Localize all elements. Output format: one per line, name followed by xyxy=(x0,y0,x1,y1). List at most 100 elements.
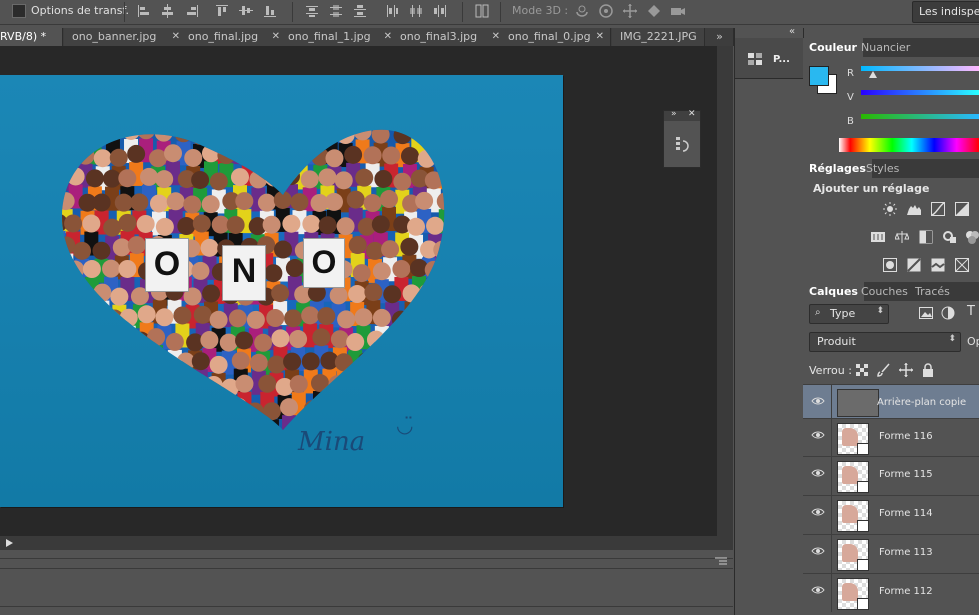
color-balance-icon[interactable] xyxy=(895,230,909,244)
collapse-dock-button[interactable]: « xyxy=(789,26,795,37)
eye-icon[interactable] xyxy=(811,584,825,596)
tab-couleur[interactable]: Couleur xyxy=(803,38,863,57)
lock-all-icon[interactable] xyxy=(921,363,935,377)
image-canvas[interactable]: O N O Mina ◡̈ xyxy=(0,75,563,507)
blue-slider[interactable] xyxy=(861,114,979,119)
layer-row[interactable]: Forme 112 xyxy=(803,573,979,613)
layer-row[interactable]: Arrière-plan copie xyxy=(803,384,979,423)
tab-styles[interactable]: Styles xyxy=(860,159,905,178)
doc-tab[interactable]: ono_final_1.jpg ✕ xyxy=(280,28,399,46)
close-icon[interactable]: ✕ xyxy=(596,28,604,46)
layer-row[interactable]: Forme 114 xyxy=(803,495,979,535)
distribute-hcenter-icon[interactable] xyxy=(408,3,424,19)
play-icon[interactable] xyxy=(4,538,14,548)
dock-item-paragraph[interactable]: P... xyxy=(735,38,803,79)
doc-tab[interactable]: IMG_2221.JPG xyxy=(612,28,705,46)
close-icon[interactable]: ✕ xyxy=(384,28,392,46)
workspace-switcher[interactable]: Les indispensables xyxy=(912,1,979,23)
doc-tab[interactable]: ono_final3.jpg ✕ xyxy=(392,28,507,46)
levels-icon[interactable] xyxy=(907,202,921,216)
distribute-vcenter-icon[interactable] xyxy=(328,3,344,19)
gradient-map-icon[interactable] xyxy=(955,258,969,272)
layer-row[interactable]: Forme 115 xyxy=(803,456,979,496)
slide-3d-icon[interactable] xyxy=(646,3,662,19)
close-icon[interactable]: ✕ xyxy=(272,28,280,46)
eye-icon[interactable] xyxy=(811,506,825,518)
drag-3d-icon[interactable] xyxy=(622,3,638,19)
layer-row[interactable]: Forme 113 xyxy=(803,534,979,574)
green-slider[interactable] xyxy=(861,90,979,95)
signature: Mina xyxy=(298,427,366,457)
image-filter-icon[interactable] xyxy=(919,306,933,320)
letter-card-text: O xyxy=(311,244,337,280)
close-icon[interactable]: ✕ xyxy=(492,28,500,46)
crowd-figure-body xyxy=(71,323,86,348)
doc-tab[interactable]: ono_final_0.jpg ✕ xyxy=(500,28,611,46)
posterize-icon[interactable] xyxy=(907,258,921,272)
crowd-figure-head xyxy=(121,400,140,419)
align-top-icon[interactable] xyxy=(214,3,230,19)
color-spectrum[interactable] xyxy=(839,138,979,152)
history-icon[interactable] xyxy=(674,135,692,155)
foreground-color-swatch[interactable] xyxy=(809,66,829,86)
panel-menu-icon[interactable] xyxy=(714,556,728,566)
exposure-icon[interactable] xyxy=(955,202,969,216)
vibrance-icon[interactable] xyxy=(871,230,885,244)
crowd-figure-head xyxy=(245,402,264,421)
distribute-bottom-icon[interactable] xyxy=(352,3,368,19)
horizontal-scrollbar[interactable] xyxy=(0,536,733,550)
invert-icon[interactable] xyxy=(883,258,897,272)
align-bottom-icon[interactable] xyxy=(262,3,278,19)
slider-thumb-icon[interactable] xyxy=(869,71,877,78)
auto-align-icon[interactable] xyxy=(474,3,490,19)
text-filter-icon[interactable]: T xyxy=(967,304,975,319)
lock-transparency-icon[interactable] xyxy=(855,363,869,377)
channel-mixer-icon[interactable] xyxy=(965,230,979,244)
align-right-icon[interactable] xyxy=(184,3,200,19)
lock-pixels-icon[interactable] xyxy=(877,363,891,377)
align-vcenter-icon[interactable] xyxy=(238,3,254,19)
adjustment-filter-icon[interactable] xyxy=(941,306,955,320)
doc-tab-label: ono_final_0.jpg xyxy=(508,30,591,43)
transform-options-checkbox[interactable] xyxy=(12,4,26,18)
tabs-overflow-button[interactable]: » xyxy=(706,28,734,46)
distribute-right-icon[interactable] xyxy=(432,3,448,19)
doc-tab-label: RVB/8) * xyxy=(0,30,47,43)
distribute-top-icon[interactable] xyxy=(304,3,320,19)
eye-icon[interactable] xyxy=(811,545,825,557)
close-icon[interactable]: ✕ xyxy=(172,28,180,46)
crowd-figure-head xyxy=(155,217,174,236)
crowd-figure-head xyxy=(372,354,391,373)
red-slider[interactable] xyxy=(861,66,979,71)
divider xyxy=(831,457,832,495)
align-hcenter-icon[interactable] xyxy=(160,3,176,19)
doc-tab[interactable]: ono_final.jpg ✕ xyxy=(180,28,287,46)
vertical-scrollbar[interactable] xyxy=(717,46,733,536)
tab-traces[interactable]: Tracés xyxy=(909,282,956,301)
curves-icon[interactable] xyxy=(931,202,945,216)
crowd-figure-head xyxy=(154,129,173,142)
eye-icon[interactable] xyxy=(811,395,825,407)
eye-icon[interactable] xyxy=(811,429,825,441)
align-left-icon[interactable] xyxy=(136,3,152,19)
doc-tab[interactable]: ono_banner.jpg ✕ xyxy=(64,28,187,46)
brightness-icon[interactable] xyxy=(883,202,897,216)
photo-filter-icon[interactable] xyxy=(943,230,957,244)
rotate-3d-icon[interactable] xyxy=(574,3,590,19)
lock-position-icon[interactable] xyxy=(899,363,913,377)
camera-3d-icon[interactable] xyxy=(670,3,686,19)
blend-mode-select[interactable]: Produit ⬍ xyxy=(809,332,961,352)
distribute-left-icon[interactable] xyxy=(384,3,400,19)
close-icon[interactable]: ✕ xyxy=(688,109,696,119)
layer-row[interactable]: Forme 116 xyxy=(803,418,979,457)
threshold-icon[interactable] xyxy=(931,258,945,272)
tab-couches[interactable]: Couches xyxy=(855,282,914,301)
tab-nuancier[interactable]: Nuancier xyxy=(855,38,916,57)
layer-filter-select[interactable]: ⌕ Type ⬍ xyxy=(809,304,889,324)
roll-3d-icon[interactable] xyxy=(598,3,614,19)
eye-icon[interactable] xyxy=(811,467,825,479)
black-white-icon[interactable] xyxy=(919,230,933,244)
expand-icon[interactable]: » xyxy=(671,109,677,119)
crowd-figure-head xyxy=(191,129,210,145)
doc-tab[interactable]: RVB/8) * xyxy=(0,28,63,46)
